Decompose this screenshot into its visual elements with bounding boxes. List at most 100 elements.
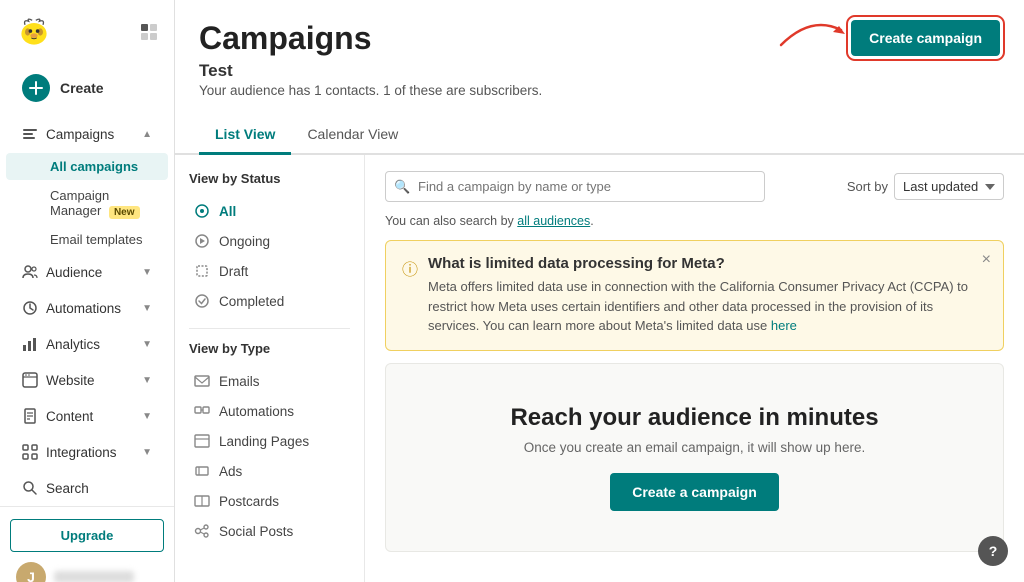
empty-state-description: Once you create an email campaign, it wi…: [406, 440, 983, 455]
main-content: Campaigns Test Your audience has 1 conta…: [175, 0, 1024, 582]
sort-by-label: Sort by: [847, 179, 888, 194]
analytics-icon: [22, 336, 38, 352]
logo-area: [0, 0, 174, 60]
campaigns-chevron: ▲: [142, 129, 152, 140]
arrow-annotation: [771, 10, 851, 50]
search-input[interactable]: [385, 171, 765, 202]
audience-icon: [22, 264, 38, 280]
upgrade-button[interactable]: Upgrade: [10, 519, 164, 552]
website-chevron: ▼: [142, 375, 152, 386]
sort-select[interactable]: Last updated Name Date created: [894, 173, 1004, 200]
empty-state: Reach your audience in minutes Once you …: [385, 363, 1004, 552]
create-campaign-wrapper: Create campaign: [851, 20, 1000, 56]
status-filter-title: View by Status: [189, 171, 350, 186]
sidebar-item-automations[interactable]: Automations ▼: [6, 291, 168, 325]
sidebar-item-analytics[interactable]: Analytics ▼: [6, 327, 168, 361]
content-icon: [22, 408, 38, 424]
draft-icon: [193, 262, 211, 280]
create-campaign-button[interactable]: Create campaign: [851, 20, 1000, 56]
user-avatar: J: [16, 562, 46, 582]
website-label: Website: [46, 373, 95, 388]
search-input-wrapper: 🔍: [385, 171, 765, 202]
filter-all[interactable]: All: [189, 196, 350, 226]
audience-chevron: ▼: [142, 267, 152, 278]
filter-emails[interactable]: Emails: [189, 366, 350, 396]
ads-icon: [193, 462, 211, 480]
create-icon: [22, 74, 50, 102]
create-label: Create: [60, 80, 104, 96]
landing-pages-icon: [193, 432, 211, 450]
audience-info: Your audience has 1 contacts. 1 of these…: [199, 83, 542, 98]
banner-link[interactable]: here: [771, 318, 797, 333]
filter-automations[interactable]: Automations: [189, 396, 350, 426]
analytics-label: Analytics: [46, 337, 100, 352]
banner-content: What is limited data processing for Meta…: [428, 255, 987, 336]
sidebar-bottom: Upgrade J: [0, 506, 174, 582]
help-button[interactable]: ?: [978, 536, 1008, 566]
search-nav-icon: [22, 480, 38, 496]
mailchimp-logo: [16, 14, 52, 50]
filter-landing-pages[interactable]: Landing Pages: [189, 426, 350, 456]
content-label: Content: [46, 409, 93, 424]
user-profile[interactable]: J: [10, 552, 164, 582]
sidebar-sub-campaign-manager[interactable]: Campaign Manager New: [6, 182, 168, 224]
right-content-area: 🔍 Sort by Last updated Name Date created…: [365, 155, 1024, 582]
sidebar-sub-all-campaigns[interactable]: All campaigns: [6, 153, 168, 180]
filter-draft[interactable]: Draft: [189, 256, 350, 286]
completed-icon: [193, 292, 211, 310]
filter-ads[interactable]: Ads: [189, 456, 350, 486]
all-audiences-note: You can also search by all audiences.: [385, 214, 1004, 228]
campaigns-nav-label: Campaigns: [46, 127, 114, 142]
tabs-bar: List View Calendar View: [175, 118, 1024, 155]
create-campaign-empty-button[interactable]: Create a campaign: [610, 473, 779, 511]
new-badge: New: [109, 206, 140, 219]
header-left: Campaigns Test Your audience has 1 conta…: [199, 20, 542, 98]
filter-social-posts[interactable]: Social Posts: [189, 516, 350, 546]
audience-label: Audience: [46, 265, 102, 280]
search-icon: 🔍: [394, 179, 410, 195]
all-icon: [193, 202, 211, 220]
all-audiences-link[interactable]: all audiences: [517, 214, 590, 228]
filter-ongoing[interactable]: Ongoing: [189, 226, 350, 256]
sidebar-item-audience[interactable]: Audience ▼: [6, 255, 168, 289]
campaigns-icon: [22, 126, 38, 142]
content-chevron: ▼: [142, 411, 152, 422]
sidebar: Create Campaigns ▲ All campaigns Campaig…: [0, 0, 175, 582]
integrations-label: Integrations: [46, 445, 117, 460]
search-nav-label: Search: [46, 481, 89, 496]
banner-title: What is limited data processing for Meta…: [428, 255, 987, 272]
info-icon: ⓘ: [402, 256, 418, 280]
sort-by-wrap: Sort by Last updated Name Date created: [847, 173, 1004, 200]
sidebar-item-website[interactable]: Website ▼: [6, 363, 168, 397]
integrations-chevron: ▼: [142, 447, 152, 458]
create-nav-item[interactable]: Create: [6, 64, 168, 112]
sidebar-sub-email-templates[interactable]: Email templates: [6, 226, 168, 253]
page-title: Campaigns: [199, 20, 542, 57]
postcards-icon: [193, 492, 211, 510]
tab-list-view[interactable]: List View: [199, 118, 291, 155]
analytics-chevron: ▼: [142, 339, 152, 350]
integrations-icon: [22, 444, 38, 460]
sidebar-item-campaigns[interactable]: Campaigns ▲: [6, 117, 168, 151]
sidebar-item-search[interactable]: Search: [6, 471, 168, 505]
empty-state-title: Reach your audience in minutes: [406, 404, 983, 432]
filter-completed[interactable]: Completed: [189, 286, 350, 316]
filter-postcards[interactable]: Postcards: [189, 486, 350, 516]
emails-icon: [193, 372, 211, 390]
banner-close-button[interactable]: ×: [982, 251, 991, 269]
automations-filter-icon: [193, 402, 211, 420]
layout-icon[interactable]: [140, 23, 158, 41]
banner-text: Meta offers limited data use in connecti…: [428, 277, 987, 336]
search-sort-bar: 🔍 Sort by Last updated Name Date created: [385, 171, 1004, 202]
automations-icon: [22, 300, 38, 316]
social-posts-icon: [193, 522, 211, 540]
sidebar-item-integrations[interactable]: Integrations ▼: [6, 435, 168, 469]
automations-chevron: ▼: [142, 303, 152, 314]
type-filter-title: View by Type: [189, 341, 350, 356]
sidebar-item-content[interactable]: Content ▼: [6, 399, 168, 433]
filter-panel: View by Status All Ongoing Draft: [175, 155, 365, 582]
tab-calendar-view[interactable]: Calendar View: [291, 118, 414, 155]
filter-divider: [189, 328, 350, 329]
audience-name: Test: [199, 61, 542, 81]
website-icon: [22, 372, 38, 388]
